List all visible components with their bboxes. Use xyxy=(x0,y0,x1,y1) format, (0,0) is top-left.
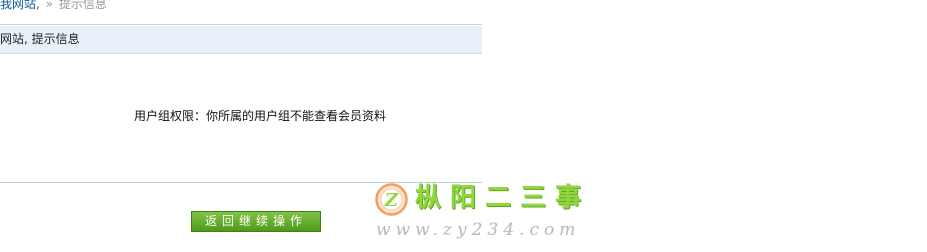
breadcrumb: 我网站, » 提示信息 xyxy=(0,0,107,12)
breadcrumb-current: 提示信息 xyxy=(58,0,107,11)
panel-header: 网站, 提示信息 xyxy=(0,26,482,54)
breadcrumb-separator: » xyxy=(45,0,53,11)
panel-title: 网站, 提示信息 xyxy=(0,32,80,46)
back-continue-button[interactable]: 返回继续操作 xyxy=(191,211,321,232)
watermark-url: www.zy234.com xyxy=(376,220,581,240)
permission-message: 用户组权限：你所属的用户组不能查看会员资料 xyxy=(133,109,386,123)
message-page: 我网站, » 提示信息 网站, 提示信息 用户组权限：你所属的用户组不能查看会员… xyxy=(0,0,927,252)
panel-top-divider xyxy=(0,24,482,25)
watermark-logo-letter: Z xyxy=(384,190,399,211)
breadcrumb-site-link[interactable]: 我网站, xyxy=(0,0,40,11)
watermark-title: 枞阳二三事 xyxy=(415,183,591,213)
panel-bottom-divider xyxy=(0,182,482,183)
watermark-logo-icon: Z xyxy=(375,183,408,216)
